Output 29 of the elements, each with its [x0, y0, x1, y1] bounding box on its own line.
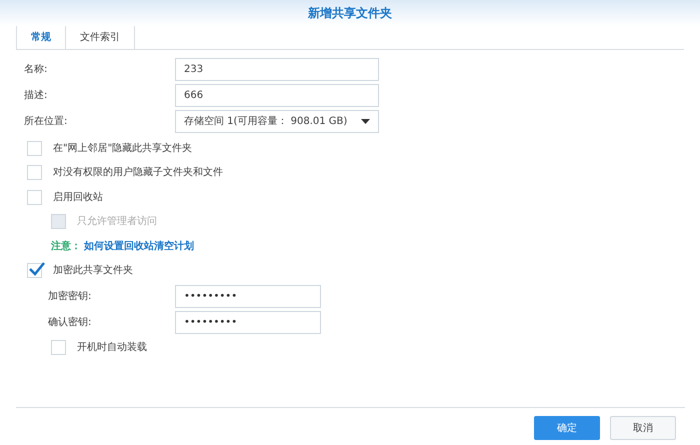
cancel-button[interactable]: 取消 — [610, 416, 676, 440]
password-field[interactable]: ••••••••• — [175, 310, 321, 334]
checkbox[interactable] — [27, 190, 42, 205]
help-link[interactable]: 如何设置回收站清空计划 — [84, 238, 194, 254]
field-label: 名称: — [24, 63, 48, 77]
tab[interactable]: 文件索引 — [66, 26, 135, 49]
field-label: 描述: — [24, 88, 48, 103]
checkbox[interactable] — [27, 263, 42, 278]
checkbox[interactable] — [27, 165, 42, 180]
checkbox-label: 只允许管理者访问 — [77, 214, 157, 230]
checkbox-label: 开机时自动装载 — [77, 340, 147, 355]
window-title: 新增共享文件夹 — [308, 5, 392, 22]
checkbox[interactable] — [51, 340, 66, 355]
tab[interactable]: 常规 — [16, 26, 66, 49]
checkbox-label: 对没有权限的用户隐藏子文件夹和文件 — [53, 166, 223, 180]
caret-icon — [361, 119, 370, 124]
field-label: 所在位置: — [24, 114, 68, 129]
note-label: 注意： — [51, 239, 81, 254]
checkmark-icon — [29, 262, 45, 276]
checkbox-label: 启用回收站 — [53, 190, 103, 205]
password-field[interactable]: ••••••••• — [175, 284, 321, 308]
text-field[interactable]: 233 — [175, 58, 379, 81]
location-dropdown[interactable]: 存储空间 1(可用容量： 908.01 GB) — [175, 110, 379, 133]
checkbox-label: 加密此共享文件夹 — [53, 264, 133, 278]
checkbox-label: 在"网上邻居"隐藏此共享文件夹 — [53, 142, 192, 156]
field-label: 加密密钥: — [48, 290, 92, 304]
checkbox[interactable] — [27, 140, 42, 156]
field-label: 确认密钥: — [48, 316, 92, 330]
text-field[interactable]: 666 — [175, 84, 379, 107]
